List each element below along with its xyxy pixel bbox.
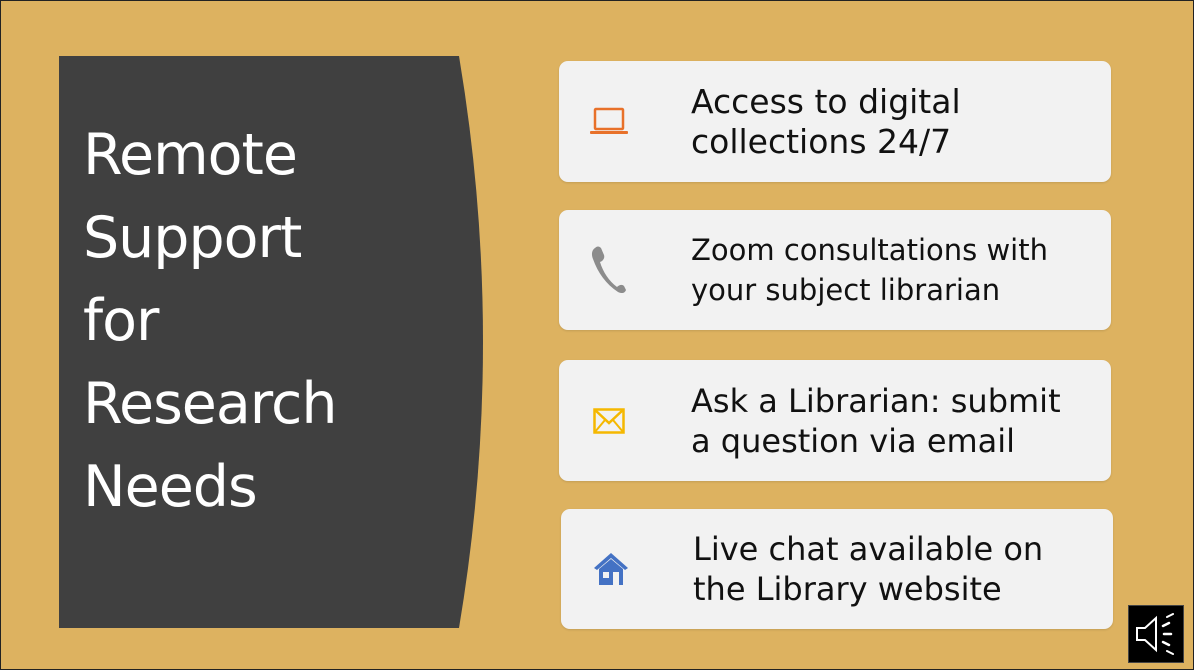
title-line: Research (83, 371, 337, 437)
slide: Remote Support for Research Needs Access… (0, 0, 1194, 670)
card-live-chat: Live chat available on the Library websi… (561, 509, 1113, 629)
house-icon (583, 509, 639, 629)
card-label: Live chat available on the Library websi… (693, 509, 1103, 629)
card-line: collections 24/7 (691, 121, 952, 161)
card-line: Access to digital (691, 81, 961, 121)
card-ask-a-librarian: Ask a Librarian: submit a question via e… (559, 360, 1111, 481)
card-zoom-consultations: Zoom consultations with your subject lib… (559, 210, 1111, 330)
card-digital-collections: Access to digital collections 24/7 (559, 61, 1111, 182)
card-line: your subject librarian (691, 273, 1001, 307)
card-label: Zoom consultations with your subject lib… (691, 210, 1101, 330)
audio-speaker-button[interactable] (1128, 605, 1184, 663)
title-panel: Remote Support for Research Needs (59, 56, 507, 628)
phone-icon (581, 210, 637, 330)
title-line: Needs (83, 454, 258, 520)
card-line: Ask a Librarian: submit (691, 381, 1061, 420)
title-line: for (83, 288, 159, 354)
title-line: Remote (83, 122, 298, 188)
card-line: a question via email (691, 421, 1016, 460)
title-line: Support (83, 205, 302, 271)
card-line: Live chat available on (693, 530, 1044, 568)
card-label: Ask a Librarian: submit a question via e… (691, 360, 1101, 481)
speaker-icon (1136, 613, 1174, 655)
envelope-icon (581, 360, 637, 481)
card-line: the Library website (693, 570, 1002, 608)
card-line: Zoom consultations with (691, 233, 1048, 267)
laptop-icon (581, 61, 637, 182)
slide-title: Remote Support for Research Needs (83, 114, 463, 529)
card-label: Access to digital collections 24/7 (691, 61, 1101, 182)
